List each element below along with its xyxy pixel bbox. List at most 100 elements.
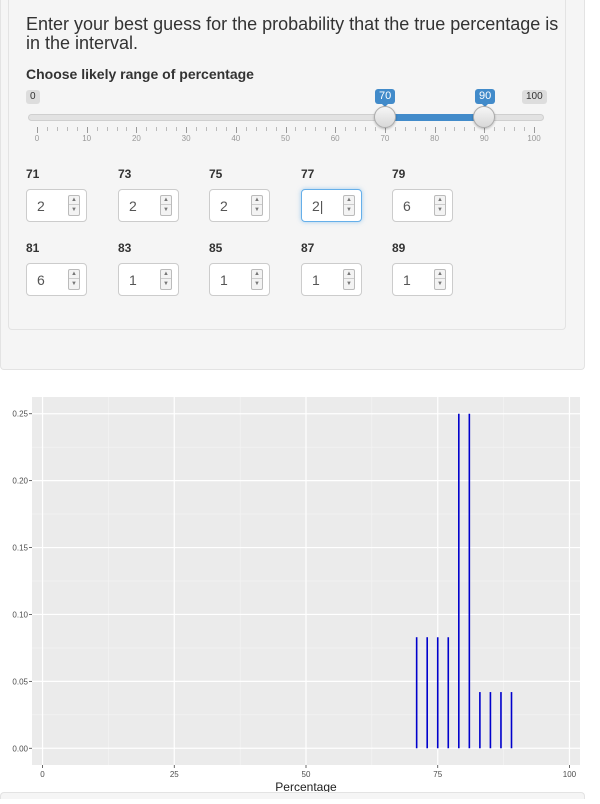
spin-down-icon[interactable]: ▼: [161, 280, 171, 289]
slider-tick: [37, 127, 38, 133]
input-label-87: 87: [301, 241, 315, 255]
slider-tick: [66, 127, 68, 131]
numeric-input-71[interactable]: 2 ▲ ▼: [26, 189, 87, 222]
slider-tick: [56, 127, 58, 131]
spin-up-icon[interactable]: ▲: [435, 196, 445, 205]
numeric-input-77[interactable]: 2| ▲ ▼: [301, 189, 362, 222]
slider-tick: [176, 127, 178, 131]
numeric-input-83[interactable]: 1 ▲ ▼: [118, 263, 179, 296]
slider-tick: [186, 127, 188, 133]
numeric-input-value[interactable]: 1: [312, 272, 320, 288]
spin-up-icon[interactable]: ▲: [435, 270, 445, 279]
slider-tick-label: 30: [181, 134, 191, 143]
slider-tick: [374, 127, 376, 131]
spinner[interactable]: ▲ ▼: [343, 195, 355, 216]
spin-up-icon[interactable]: ▲: [69, 270, 79, 279]
spin-down-icon[interactable]: ▼: [435, 206, 445, 215]
spin-down-icon[interactable]: ▼: [252, 206, 262, 215]
spin-down-icon[interactable]: ▼: [344, 280, 354, 289]
x-tick-label: 100: [563, 770, 577, 779]
slider-tick: [126, 127, 128, 131]
numeric-input-value[interactable]: 6: [403, 198, 411, 214]
input-panel: [0, 0, 585, 370]
spinner[interactable]: ▲ ▼: [343, 269, 355, 290]
input-label-71: 71: [26, 167, 40, 181]
slider-tick-label: 90: [479, 134, 489, 143]
slider-tick: [464, 127, 466, 131]
slider-tick: [156, 127, 158, 131]
numeric-input-89[interactable]: 1 ▲ ▼: [392, 263, 453, 296]
y-tick-label: 0.00: [12, 744, 28, 753]
input-label-79: 79: [392, 167, 406, 181]
x-tick-label: 25: [170, 770, 179, 779]
slider-tick: [534, 127, 535, 133]
slider-tick: [235, 127, 237, 133]
numeric-input-73[interactable]: 2 ▲ ▼: [118, 189, 179, 222]
slider-to-handle[interactable]: [473, 106, 495, 128]
input-label-89: 89: [392, 241, 406, 255]
spinner[interactable]: ▲ ▼: [434, 195, 446, 216]
slider-tick: [146, 127, 148, 131]
slider-tick: [335, 127, 337, 133]
spin-down-icon[interactable]: ▼: [435, 280, 445, 289]
spin-down-icon[interactable]: ▼: [161, 206, 171, 215]
x-tick-label: 50: [302, 770, 311, 779]
slider-tick: [116, 127, 118, 131]
spinner[interactable]: ▲ ▼: [160, 269, 172, 290]
slider-tick: [305, 127, 307, 131]
spin-up-icon[interactable]: ▲: [252, 270, 262, 279]
slider-tick: [196, 127, 198, 131]
spin-up-icon[interactable]: ▲: [161, 270, 171, 279]
spinner[interactable]: ▲ ▼: [68, 195, 80, 216]
spin-up-icon[interactable]: ▲: [69, 196, 79, 205]
y-tick-label: 0.05: [12, 677, 28, 686]
numeric-input-75[interactable]: 2 ▲ ▼: [209, 189, 270, 222]
numeric-input-value[interactable]: 2: [220, 198, 228, 214]
y-tick-label: 0.15: [12, 544, 28, 553]
spin-down-icon[interactable]: ▼: [69, 206, 79, 215]
slider-tick: [424, 127, 426, 131]
slider-selected-range[interactable]: [384, 114, 484, 121]
slider-to-label: 90: [475, 89, 496, 107]
slider-tick: [225, 127, 227, 131]
slider-tick: [394, 127, 396, 131]
slider-min-label: 0: [26, 90, 40, 104]
spin-up-icon[interactable]: ▲: [344, 196, 354, 205]
y-tick-label: 0.10: [12, 610, 28, 619]
slider-tick: [414, 127, 416, 131]
spin-up-icon[interactable]: ▲: [161, 196, 171, 205]
slider-tick: [504, 127, 506, 131]
numeric-input-value[interactable]: 2: [129, 198, 137, 214]
slider-tick: [205, 127, 207, 131]
numeric-input-81[interactable]: 6 ▲ ▼: [26, 263, 87, 296]
numeric-input-79[interactable]: 6 ▲ ▼: [392, 189, 453, 222]
input-label-75: 75: [209, 167, 223, 181]
numeric-input-value[interactable]: 6: [37, 272, 45, 288]
x-tick-label: 0: [40, 770, 45, 779]
slider-tick: [454, 127, 456, 131]
spin-down-icon[interactable]: ▼: [344, 206, 354, 215]
numeric-input-value[interactable]: 1: [403, 272, 411, 288]
slider-tick: [265, 127, 267, 131]
slider-tick-label: 80: [430, 134, 440, 143]
spin-up-icon[interactable]: ▲: [344, 270, 354, 279]
spin-down-icon[interactable]: ▼: [69, 280, 79, 289]
numeric-input-value[interactable]: 1: [220, 272, 228, 288]
input-label-81: 81: [26, 241, 40, 255]
spin-down-icon[interactable]: ▼: [252, 280, 262, 289]
numeric-input-87[interactable]: 1 ▲ ▼: [301, 263, 362, 296]
slider-from-handle[interactable]: [374, 106, 396, 128]
slider-tick-label: 60: [330, 134, 340, 143]
numeric-input-85[interactable]: 1 ▲ ▼: [209, 263, 270, 296]
spinner[interactable]: ▲ ▼: [160, 195, 172, 216]
slider-max-label: 100: [522, 90, 547, 104]
slider-tick: [76, 127, 78, 131]
numeric-input-value[interactable]: 2|: [312, 198, 323, 214]
spinner[interactable]: ▲ ▼: [68, 269, 80, 290]
spin-up-icon[interactable]: ▲: [252, 196, 262, 205]
spinner[interactable]: ▲ ▼: [251, 195, 263, 216]
spinner[interactable]: ▲ ▼: [251, 269, 263, 290]
numeric-input-value[interactable]: 2: [37, 198, 45, 214]
numeric-input-value[interactable]: 1: [129, 272, 137, 288]
spinner[interactable]: ▲ ▼: [434, 269, 446, 290]
